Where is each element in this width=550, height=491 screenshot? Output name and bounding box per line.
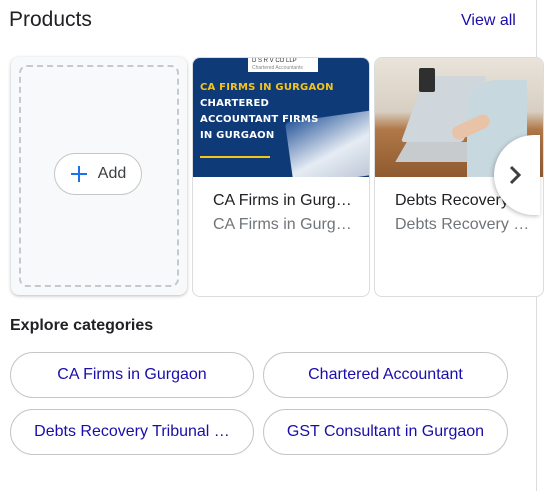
- brand-logo: D S R V CO LLP Chartered Accountants: [248, 58, 318, 72]
- banner-line-2: CHARTERED: [200, 98, 269, 109]
- banner-line-3: ACCOUNTANT FIRMS: [200, 114, 319, 125]
- category-chip[interactable]: Chartered Accountant: [263, 352, 508, 398]
- product-image-ca-firms: D S R V CO LLP Chartered Accountants CA …: [193, 58, 369, 177]
- product-subtitle: CA Firms in Gurg…: [213, 216, 352, 233]
- product-subtitle: Debts Recovery …: [395, 216, 530, 233]
- logo-text: D S R V CO LLP: [252, 58, 297, 64]
- mug-graphic: [419, 68, 435, 92]
- add-button-label: Add: [97, 165, 127, 182]
- add-button[interactable]: Add: [54, 153, 142, 195]
- category-chip[interactable]: CA Firms in Gurgaon: [10, 352, 254, 398]
- plus-icon: [70, 166, 87, 182]
- chevron-right-icon: [509, 165, 522, 185]
- add-product-card[interactable]: Add: [11, 57, 187, 295]
- banner-line-4: IN GURGAON: [200, 130, 275, 141]
- explore-categories-heading: Explore categories: [10, 317, 154, 334]
- banner-text: CA FIRMS IN GURGAON CHARTERED ACCOUNTANT…: [200, 80, 334, 144]
- banner-line-1: CA FIRMS IN GURGAON: [200, 82, 334, 93]
- section-title: Products: [9, 8, 92, 31]
- view-all-link[interactable]: View all: [461, 12, 516, 30]
- product-title: CA Firms in Gurg…: [213, 192, 352, 209]
- product-card-ca-firms[interactable]: D S R V CO LLP Chartered Accountants CA …: [192, 57, 370, 297]
- logo-subtext: Chartered Accountants: [252, 65, 303, 71]
- category-chip[interactable]: GST Consultant in Gurgaon: [263, 409, 508, 455]
- banner-underline: [200, 156, 270, 158]
- category-chip[interactable]: Debts Recovery Tribunal …: [10, 409, 254, 455]
